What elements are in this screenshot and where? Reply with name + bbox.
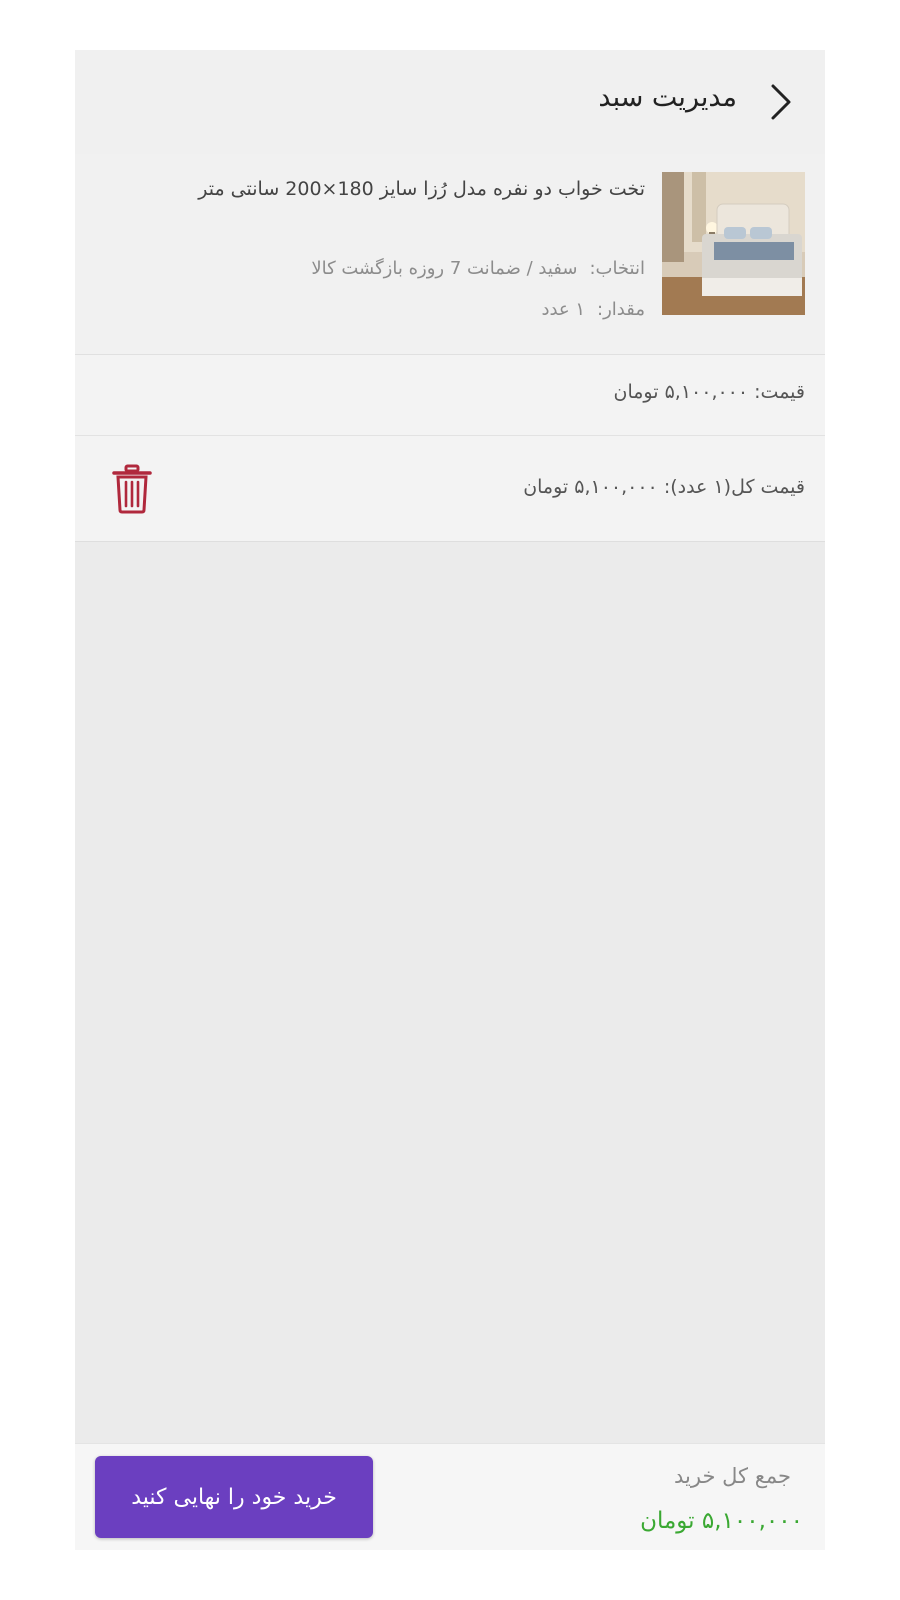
cart-item: تخت خواب دو نفره مدل رُزا سایز 180×200 س… — [75, 154, 825, 355]
quantity-label: مقدار: — [597, 299, 645, 320]
cart-screen: مدیریت سبد تخت خواب دو نفره مدل رُزا سای… — [75, 50, 825, 1550]
selection-label: انتخاب: — [589, 258, 645, 279]
bed-photo-illustration — [662, 172, 805, 315]
product-title[interactable]: تخت خواب دو نفره مدل رُزا سایز 180×200 س… — [198, 178, 645, 200]
selection-value: سفید / ضمانت 7 روزه بازگشت کالا — [311, 258, 578, 279]
unit-price-value: ۵,۱۰۰,۰۰۰ تومان — [613, 381, 749, 403]
item-total-value: ۵,۱۰۰,۰۰۰ تومان — [523, 476, 658, 498]
page-title: مدیریت سبد — [598, 82, 737, 113]
product-selection: انتخاب: سفید / ضمانت 7 روزه بازگشت کالا — [311, 258, 645, 279]
checkout-button[interactable]: خرید خود را نهایی کنید — [95, 1456, 373, 1538]
chevron-right-icon[interactable] — [765, 80, 795, 124]
unit-price-row: قیمت: ۵,۱۰۰,۰۰۰ تومان — [75, 355, 825, 436]
checkout-footer: جمع کل خرید ۵,۱۰۰,۰۰۰ تومان خرید خود را … — [75, 1443, 825, 1550]
product-quantity: مقدار: ۱ عدد — [541, 299, 645, 320]
item-total-row: قیمت کل(۱ عدد): ۵,۱۰۰,۰۰۰ تومان — [75, 436, 825, 542]
item-total-label: قیمت کل(۱ عدد): — [663, 476, 805, 498]
product-image[interactable] — [662, 172, 805, 315]
cart-sum-label: جمع کل خرید — [674, 1464, 791, 1488]
app-header: مدیریت سبد — [75, 50, 825, 155]
quantity-value: ۱ عدد — [541, 299, 586, 320]
trash-icon[interactable] — [111, 464, 153, 514]
cart-sum-value: ۵,۱۰۰,۰۰۰ تومان — [640, 1508, 803, 1534]
unit-price: قیمت: ۵,۱۰۰,۰۰۰ تومان — [614, 381, 805, 403]
unit-price-label: قیمت: — [754, 381, 805, 403]
item-total: قیمت کل(۱ عدد): ۵,۱۰۰,۰۰۰ تومان — [523, 476, 805, 498]
